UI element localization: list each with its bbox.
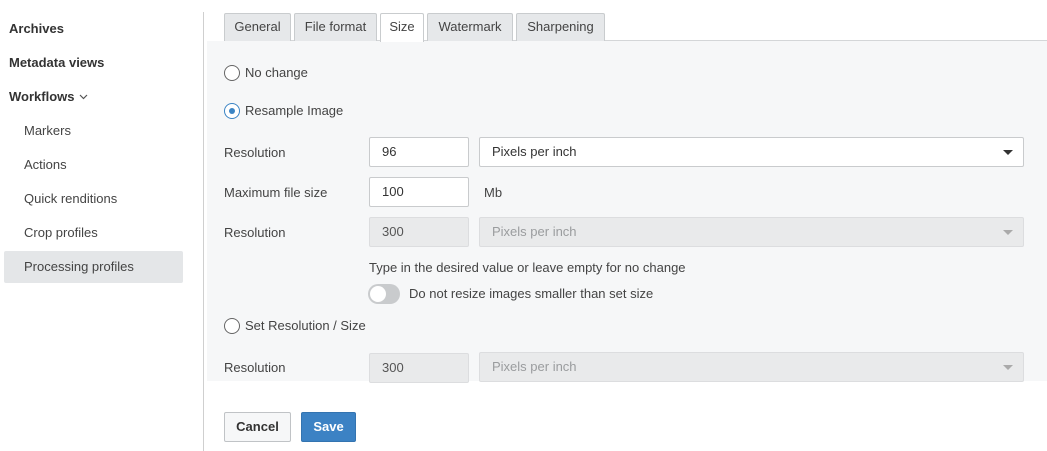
set-resolution-radio[interactable] [224, 318, 240, 334]
toggle-knob [370, 286, 386, 302]
sidebar-item-quick-renditions[interactable]: Quick renditions [4, 183, 183, 215]
resolution-label-3: Resolution [224, 360, 286, 375]
caret-down-icon [1003, 150, 1013, 155]
do-not-resize-label: Do not resize images smaller than set si… [409, 286, 654, 301]
sidebar-item-workflows[interactable]: Workflows [9, 81, 88, 113]
no-change-radio[interactable] [224, 65, 240, 81]
chevron-down-icon [79, 80, 88, 112]
resolution-unit-value: Pixels per inch [492, 144, 577, 159]
tab-watermark[interactable]: Watermark [427, 13, 513, 41]
resolution-unit-select[interactable]: Pixels per inch [479, 137, 1024, 167]
resolution-unit-value-3: Pixels per inch [492, 359, 577, 374]
resolution-input[interactable]: 96 [369, 137, 469, 167]
sidebar-item-archives[interactable]: Archives [9, 13, 64, 45]
resolution-input-3: 300 [369, 353, 469, 383]
tab-sharpening[interactable]: Sharpening [516, 13, 605, 41]
max-file-size-input[interactable]: 100 [369, 177, 469, 207]
caret-down-icon [1003, 230, 1013, 235]
sidebar-divider [203, 12, 204, 451]
resolution-unit-value-2: Pixels per inch [492, 224, 577, 239]
sidebar-item-markers[interactable]: Markers [4, 115, 183, 147]
sidebar: Archives Metadata views Workflows Marker… [0, 0, 203, 451]
sidebar-item-metadata-views[interactable]: Metadata views [9, 47, 104, 79]
resolution-input-2: 300 [369, 217, 469, 247]
tab-general[interactable]: General [224, 13, 291, 41]
resample-image-radio[interactable] [224, 103, 240, 119]
tab-file-format[interactable]: File format [294, 13, 377, 41]
resolution-label-2: Resolution [224, 225, 286, 240]
max-file-size-label: Maximum file size [224, 185, 328, 200]
sidebar-item-label: Workflows [9, 89, 75, 104]
resize-hint-text: Type in the desired value or leave empty… [369, 260, 686, 275]
resolution-unit-select-3: Pixels per inch [479, 352, 1024, 382]
max-file-size-unit: Mb [484, 185, 503, 200]
do-not-resize-toggle[interactable] [368, 284, 400, 304]
sidebar-item-processing-profiles[interactable]: Processing profiles [4, 251, 183, 283]
no-change-label: No change [245, 65, 308, 80]
resample-image-label: Resample Image [245, 103, 344, 118]
resolution-label: Resolution [224, 145, 286, 160]
resolution-unit-select-2: Pixels per inch [479, 217, 1024, 247]
caret-down-icon [1003, 365, 1013, 370]
set-resolution-label: Set Resolution / Size [245, 318, 366, 333]
tab-size[interactable]: Size [380, 13, 424, 42]
sidebar-item-actions[interactable]: Actions [4, 149, 183, 181]
sidebar-item-crop-profiles[interactable]: Crop profiles [4, 217, 183, 249]
cancel-button[interactable]: Cancel [224, 412, 291, 442]
save-button[interactable]: Save [301, 412, 356, 442]
